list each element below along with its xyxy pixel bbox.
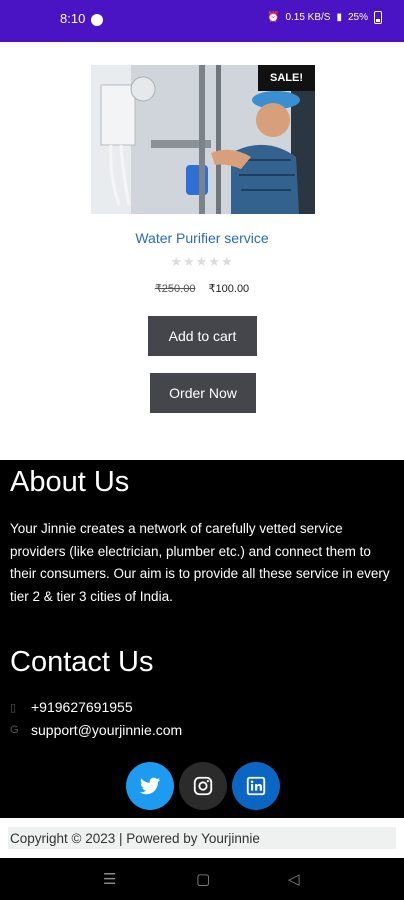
back-icon[interactable]: ◁ <box>288 870 300 888</box>
contact-phone-row[interactable]: ▯ +919627691955 <box>10 699 133 715</box>
about-text: Your Jinnie creates a network of careful… <box>10 521 390 604</box>
old-price: ₹250.00 <box>154 283 196 295</box>
instagram-button[interactable] <box>179 762 227 810</box>
phone-icon: ▯ <box>10 701 17 714</box>
copyright-text: Copyright © 2023 | Powered by Yourjinnie <box>8 827 396 849</box>
linkedin-icon <box>246 776 266 796</box>
contact-phone[interactable]: +919627691955 <box>31 699 133 715</box>
instagram-icon <box>193 776 213 796</box>
battery-level: 25% <box>347 12 368 23</box>
alarm-icon: ⏰ <box>266 12 280 23</box>
battery-icon <box>374 11 382 24</box>
whatsapp-notification-icon <box>91 14 103 26</box>
sale-price: ₹100.00 <box>208 283 250 295</box>
twitter-icon <box>139 777 161 795</box>
linkedin-button[interactable] <box>232 762 280 810</box>
sale-badge: SALE! <box>258 65 315 91</box>
product-title-link[interactable]: Water Purifier service <box>0 230 404 246</box>
status-bar: 8:10 ⏰ 0.15 KB/S ▮ 25% <box>0 0 404 42</box>
product-card: SALE! Water Purifier service ★★★★★ ₹250.… <box>0 42 404 460</box>
contact-email-row[interactable]: G support@yourjinnie.com <box>10 722 182 738</box>
home-icon[interactable]: ▢ <box>196 870 210 888</box>
rating-stars: ★★★★★ <box>170 254 234 269</box>
android-nav-bar: ☰ ▢ ◁ <box>0 858 404 900</box>
status-time: 8:10 <box>60 11 86 26</box>
order-now-button[interactable]: Order Now <box>150 373 256 413</box>
signal-icon: ▮ <box>336 12 342 23</box>
twitter-button[interactable] <box>126 762 174 810</box>
footer: About Us Your Jinnie creates a network o… <box>0 460 404 818</box>
recent-apps-icon[interactable]: ☰ <box>103 870 116 888</box>
google-icon: G <box>10 724 19 736</box>
copyright-bar: Copyright © 2023 | Powered by Yourjinnie <box>0 818 404 858</box>
network-speed: 0.15 KB/S <box>285 12 331 23</box>
status-indicators: ⏰ 0.15 KB/S ▮ 25% <box>267 11 382 24</box>
contact-email[interactable]: support@yourjinnie.com <box>31 722 182 738</box>
product-price: ₹250.00 ₹100.00 <box>0 282 404 295</box>
about-heading: About Us <box>10 466 130 498</box>
add-to-cart-button[interactable]: Add to cart <box>148 316 257 356</box>
contact-heading: Contact Us <box>10 646 154 678</box>
